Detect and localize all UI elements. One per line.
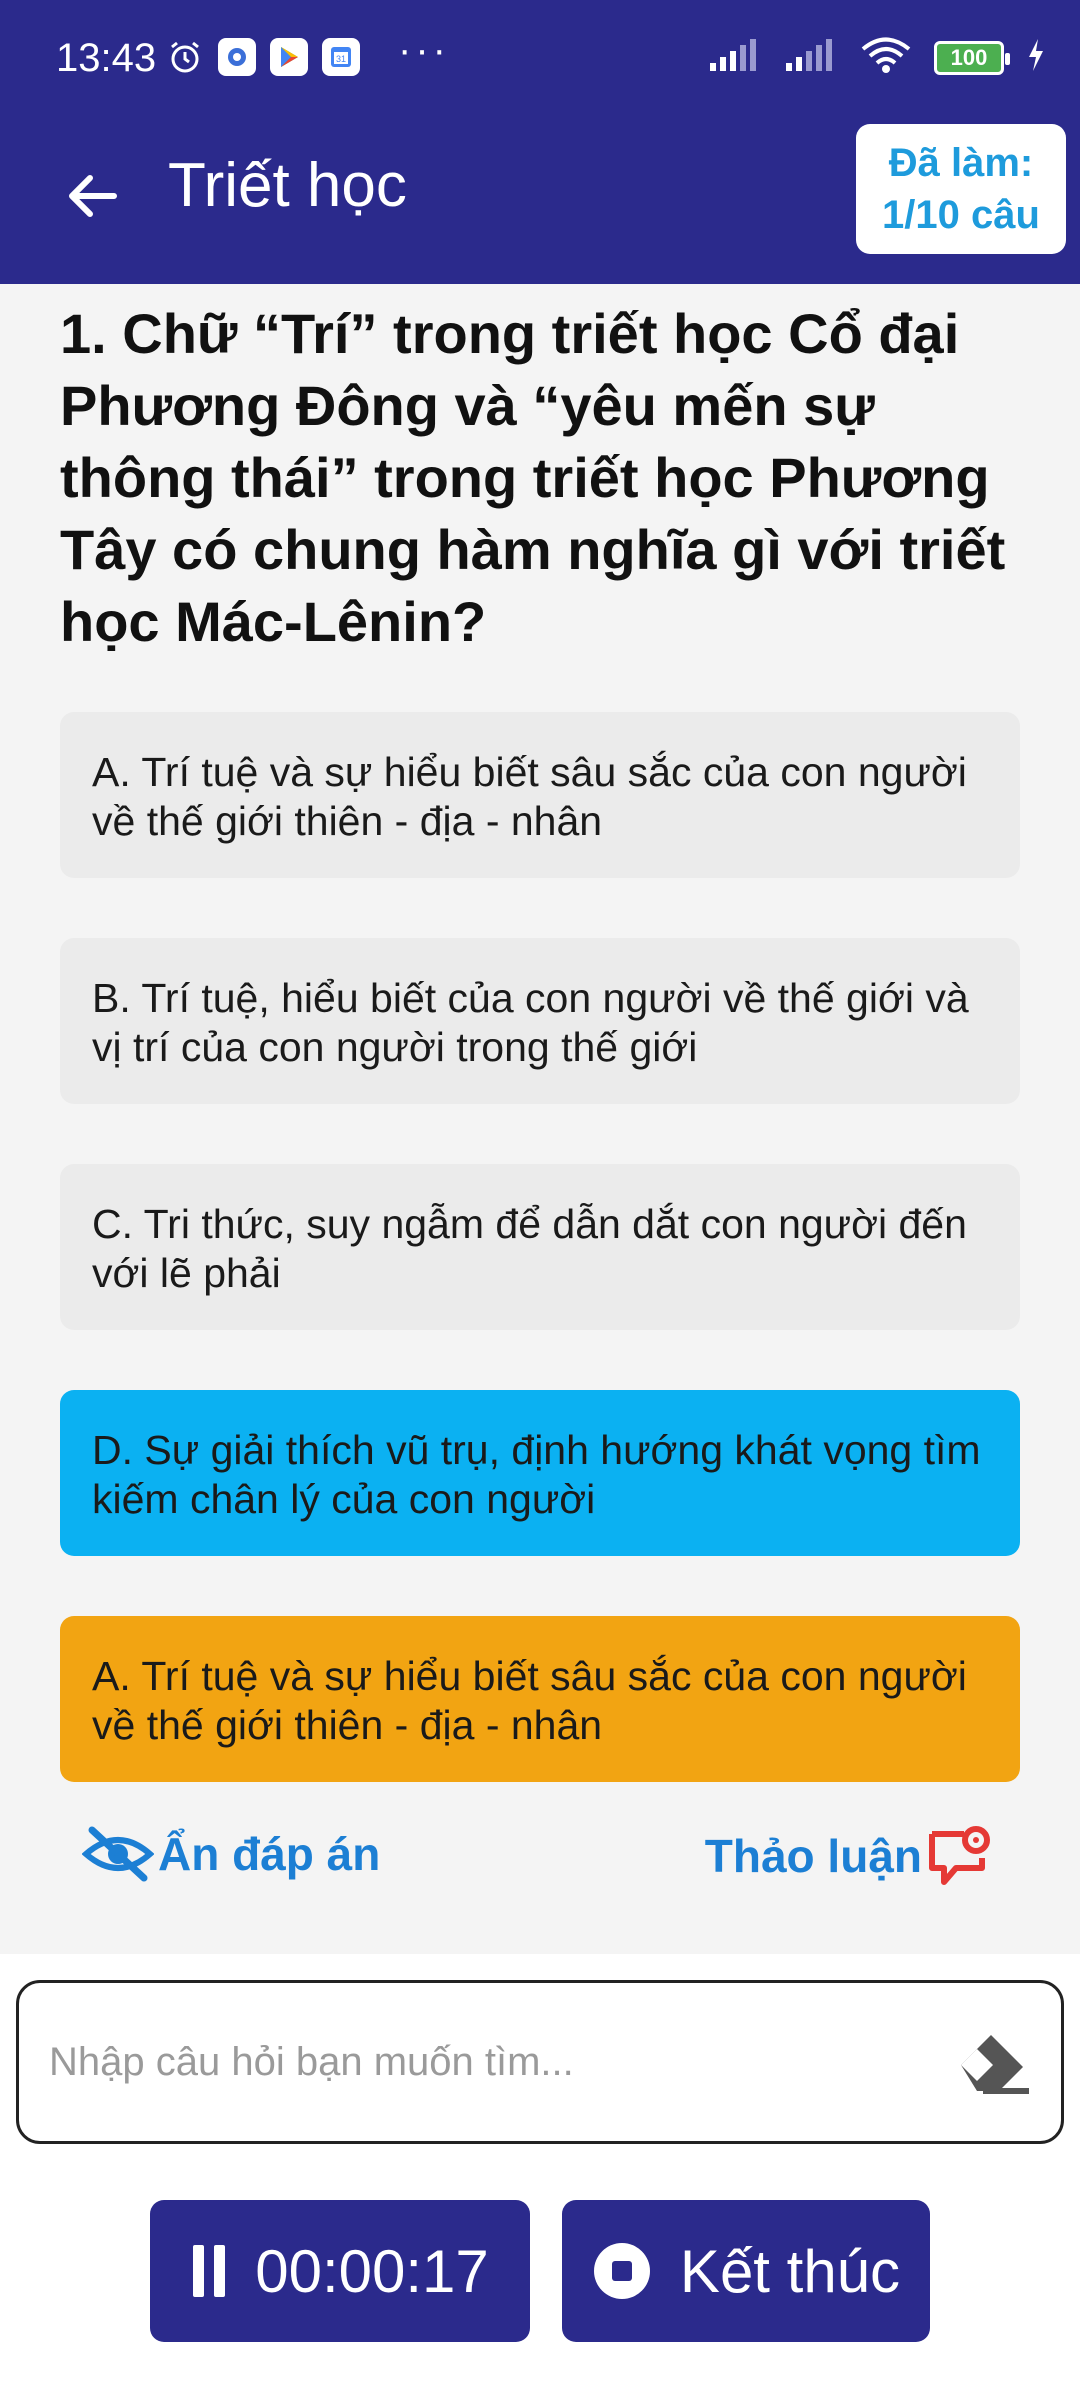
eye-off-icon (82, 1826, 154, 1882)
timer-value: 00:00:17 (255, 2237, 489, 2305)
battery-level: 100 (950, 44, 988, 70)
signal-icon (784, 37, 838, 78)
option-a[interactable]: A. Trí tuệ và sự hiểu biết sâu sắc của c… (60, 712, 1020, 878)
stop-icon (593, 2243, 650, 2299)
arrow-left-icon (69, 175, 117, 217)
search-input[interactable] (49, 2017, 929, 2107)
clear-search-button[interactable] (953, 2029, 1033, 2099)
option-c[interactable]: C. Tri thức, suy ngẫm để dẫn dắt con ngư… (60, 1164, 1020, 1330)
top-bar: 13:43 31 ··· 100 Triết học Đã làm: 1/10 … (0, 0, 1080, 284)
charging-icon (1026, 37, 1046, 78)
discuss-button[interactable]: Thảo luận (705, 1824, 992, 1888)
more-notifications-icon: ··· (398, 28, 450, 72)
progress-count: 1/10 câu (882, 193, 1040, 237)
wifi-icon (860, 36, 912, 79)
status-left-icons: 31 (166, 38, 360, 76)
option-b[interactable]: B. Trí tuệ, hiểu biết của con người về t… (60, 938, 1020, 1104)
status-time: 13:43 (56, 36, 157, 80)
bottom-controls: 00:00:17 Kết thúc (0, 2190, 1080, 2350)
play-store-icon (270, 38, 308, 76)
correct-answer-text: A. Trí tuệ và sự hiểu biết sâu sắc của c… (92, 1653, 967, 1748)
calendar-icon: 31 (322, 38, 360, 76)
app-bar: Triết học Đã làm: 1/10 câu (0, 120, 1080, 284)
discuss-label: Thảo luận (704, 1830, 922, 1882)
option-label: A. Trí tuệ và sự hiểu biết sâu sắc của c… (92, 749, 967, 844)
battery-icon: 100 (934, 40, 1010, 75)
hide-answer-label: Ẩn đáp án (158, 1828, 381, 1880)
search-bar (16, 1980, 1064, 2144)
back-button[interactable] (52, 156, 132, 236)
settings-app-icon (218, 38, 256, 76)
pause-timer-button[interactable]: 00:00:17 (150, 2200, 530, 2342)
option-label: B. Trí tuệ, hiểu biết của con người về t… (92, 975, 969, 1070)
eraser-icon (961, 2035, 1029, 2094)
signal-icon (708, 37, 762, 78)
option-label: D. Sự giải thích vũ trụ, định hướng khát… (92, 1427, 981, 1522)
progress-badge: Đã làm: 1/10 câu (856, 124, 1066, 254)
question-area: 1. Chữ “Trí” trong triết học Cổ đại Phươ… (0, 284, 1080, 1954)
pause-icon (193, 2245, 226, 2297)
svg-text:31: 31 (336, 54, 346, 64)
option-label: C. Tri thức, suy ngẫm để dẫn dắt con ngư… (92, 1201, 967, 1296)
page-title: Triết học (168, 151, 407, 220)
finish-label: Kết thúc (679, 2237, 901, 2305)
status-bar: 13:43 31 ··· 100 (0, 0, 1080, 120)
alarm-icon (166, 38, 204, 76)
chat-bubble-icon (929, 1826, 990, 1885)
progress-label: Đã làm: (888, 141, 1034, 185)
question-text: 1. Chữ “Trí” trong triết học Cổ đại Phươ… (60, 302, 1006, 653)
finish-button[interactable]: Kết thúc (562, 2200, 930, 2342)
answer-actions: Ẩn đáp án Thảo luận (0, 1824, 1080, 1914)
status-right-icons: 100 (708, 36, 1046, 79)
hide-answer-button[interactable]: Ẩn đáp án (82, 1824, 380, 1884)
option-d[interactable]: D. Sự giải thích vũ trụ, định hướng khát… (60, 1390, 1020, 1556)
correct-answer-box: A. Trí tuệ và sự hiểu biết sâu sắc của c… (60, 1616, 1020, 1782)
